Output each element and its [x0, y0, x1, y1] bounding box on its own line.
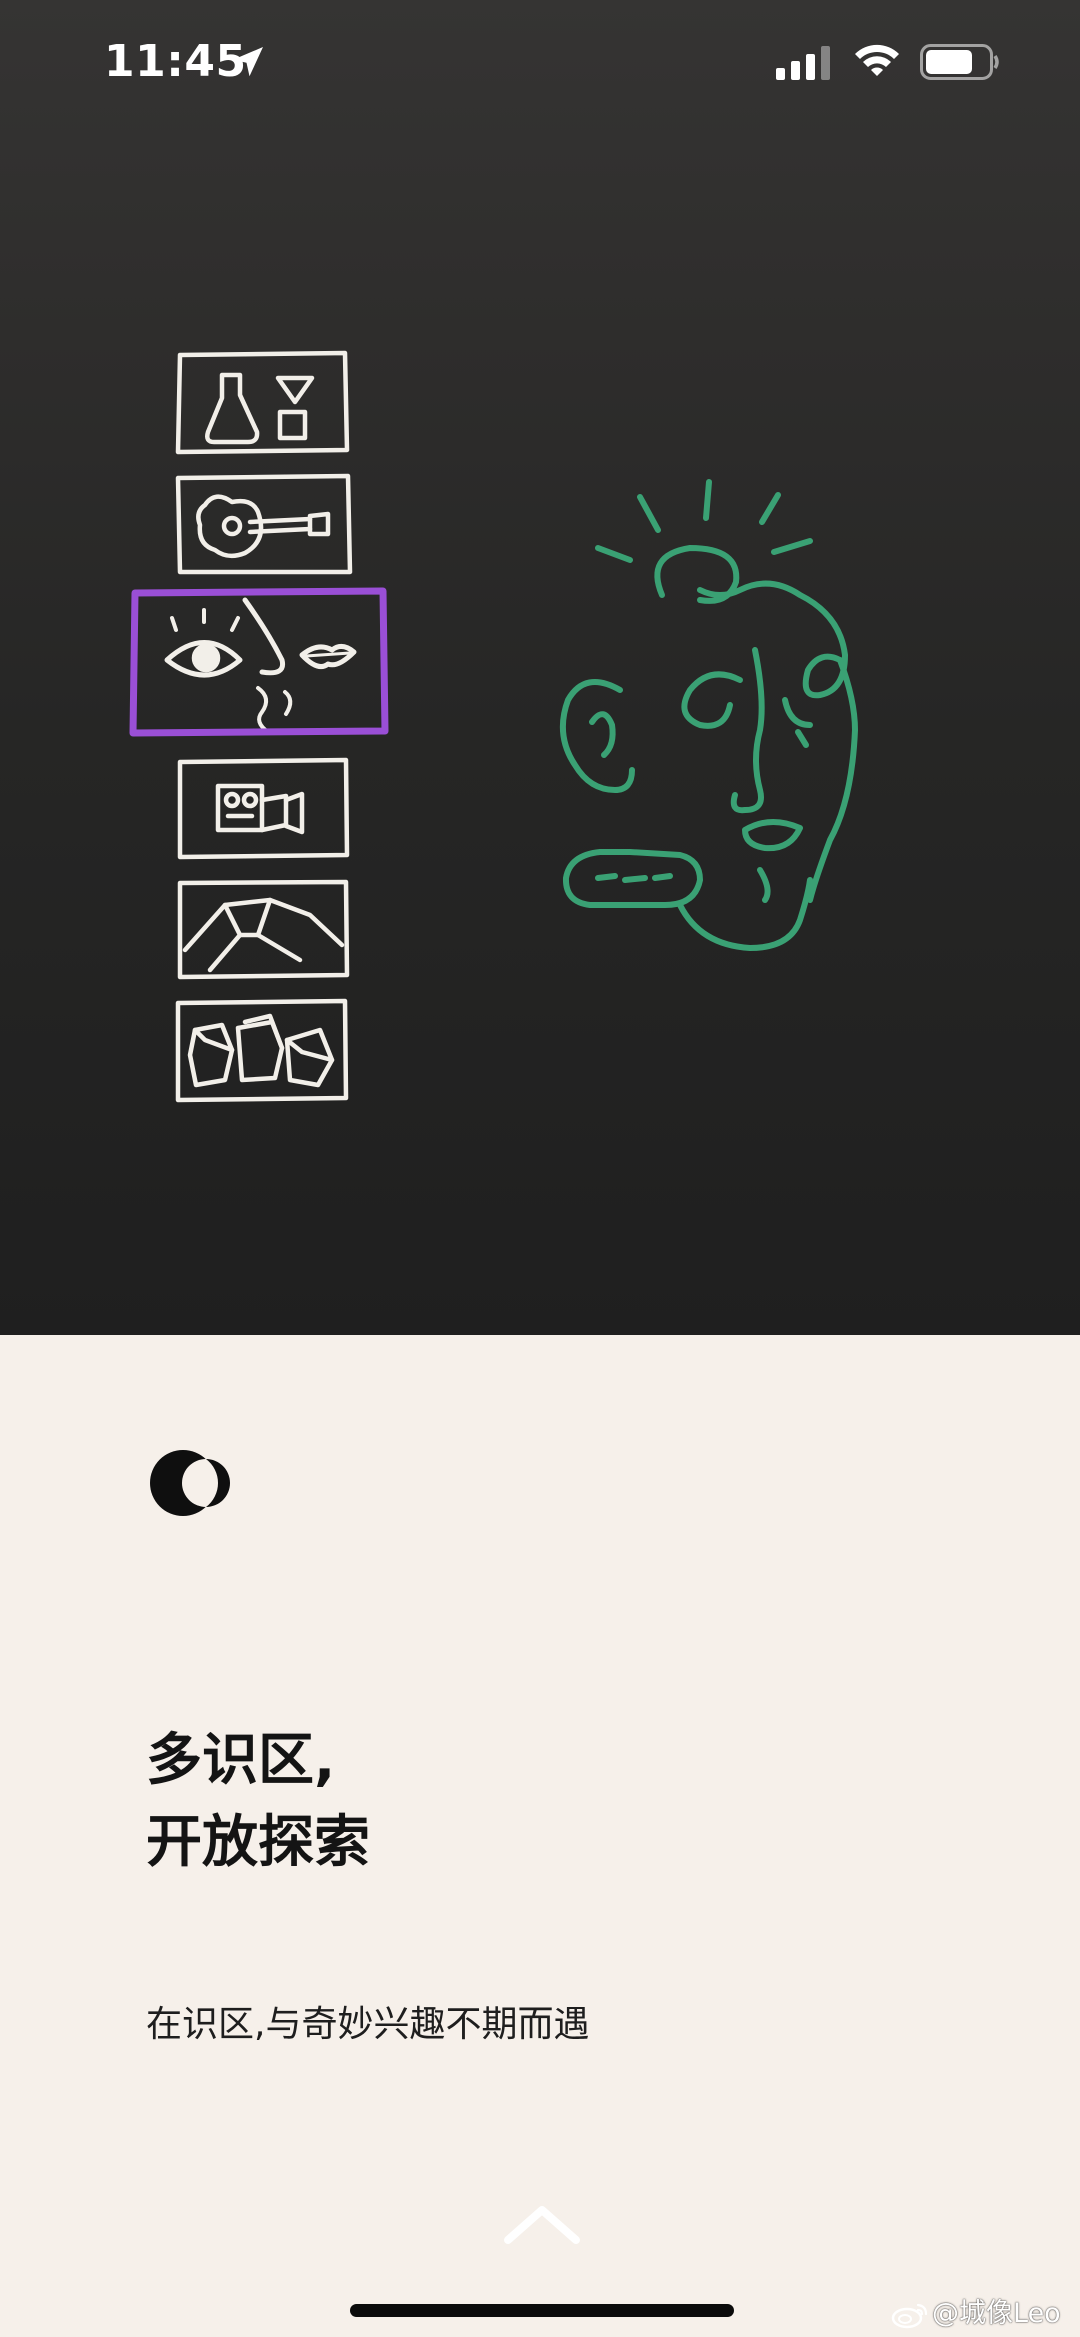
watermark: @城像Leo: [890, 2291, 1061, 2330]
watermark-text: @城像Leo: [932, 2298, 1061, 2329]
half-moon-logo-icon: [150, 1450, 230, 1516]
battery-icon: [920, 44, 999, 80]
chevron-up-icon[interactable]: [500, 2200, 584, 2250]
weibo-icon: [891, 2303, 928, 2328]
hero-illustration-panel: 11:45: [0, 0, 1080, 1335]
wifi-icon: [855, 44, 899, 76]
cubes-icon: [175, 998, 349, 1103]
mountain-landscape-icon: [177, 879, 350, 980]
status-bar: 11:45: [0, 0, 1080, 130]
onboarding-subtitle: 在识区,与奇妙兴趣不期而遇: [146, 2004, 590, 2045]
green-line-face-illustration: [559, 479, 858, 951]
senses-eye-nose-lips-icon: [164, 597, 357, 734]
location-arrow-icon: [233, 47, 263, 77]
headline-line-2: 开放探索: [146, 1810, 370, 1875]
onboarding-illustration: [129, 350, 858, 1103]
lab-flask-icon: [175, 350, 350, 455]
guitar-icon: [175, 473, 353, 575]
home-indicator[interactable]: [350, 2304, 734, 2317]
onboarding-headline: 多识区, 开放探索: [146, 1720, 370, 1884]
headline-line-1: 多识区,: [146, 1728, 336, 1793]
cellular-signal-icon: [776, 46, 830, 80]
camera-icon: [177, 757, 350, 860]
status-time: 11:45: [104, 36, 247, 87]
